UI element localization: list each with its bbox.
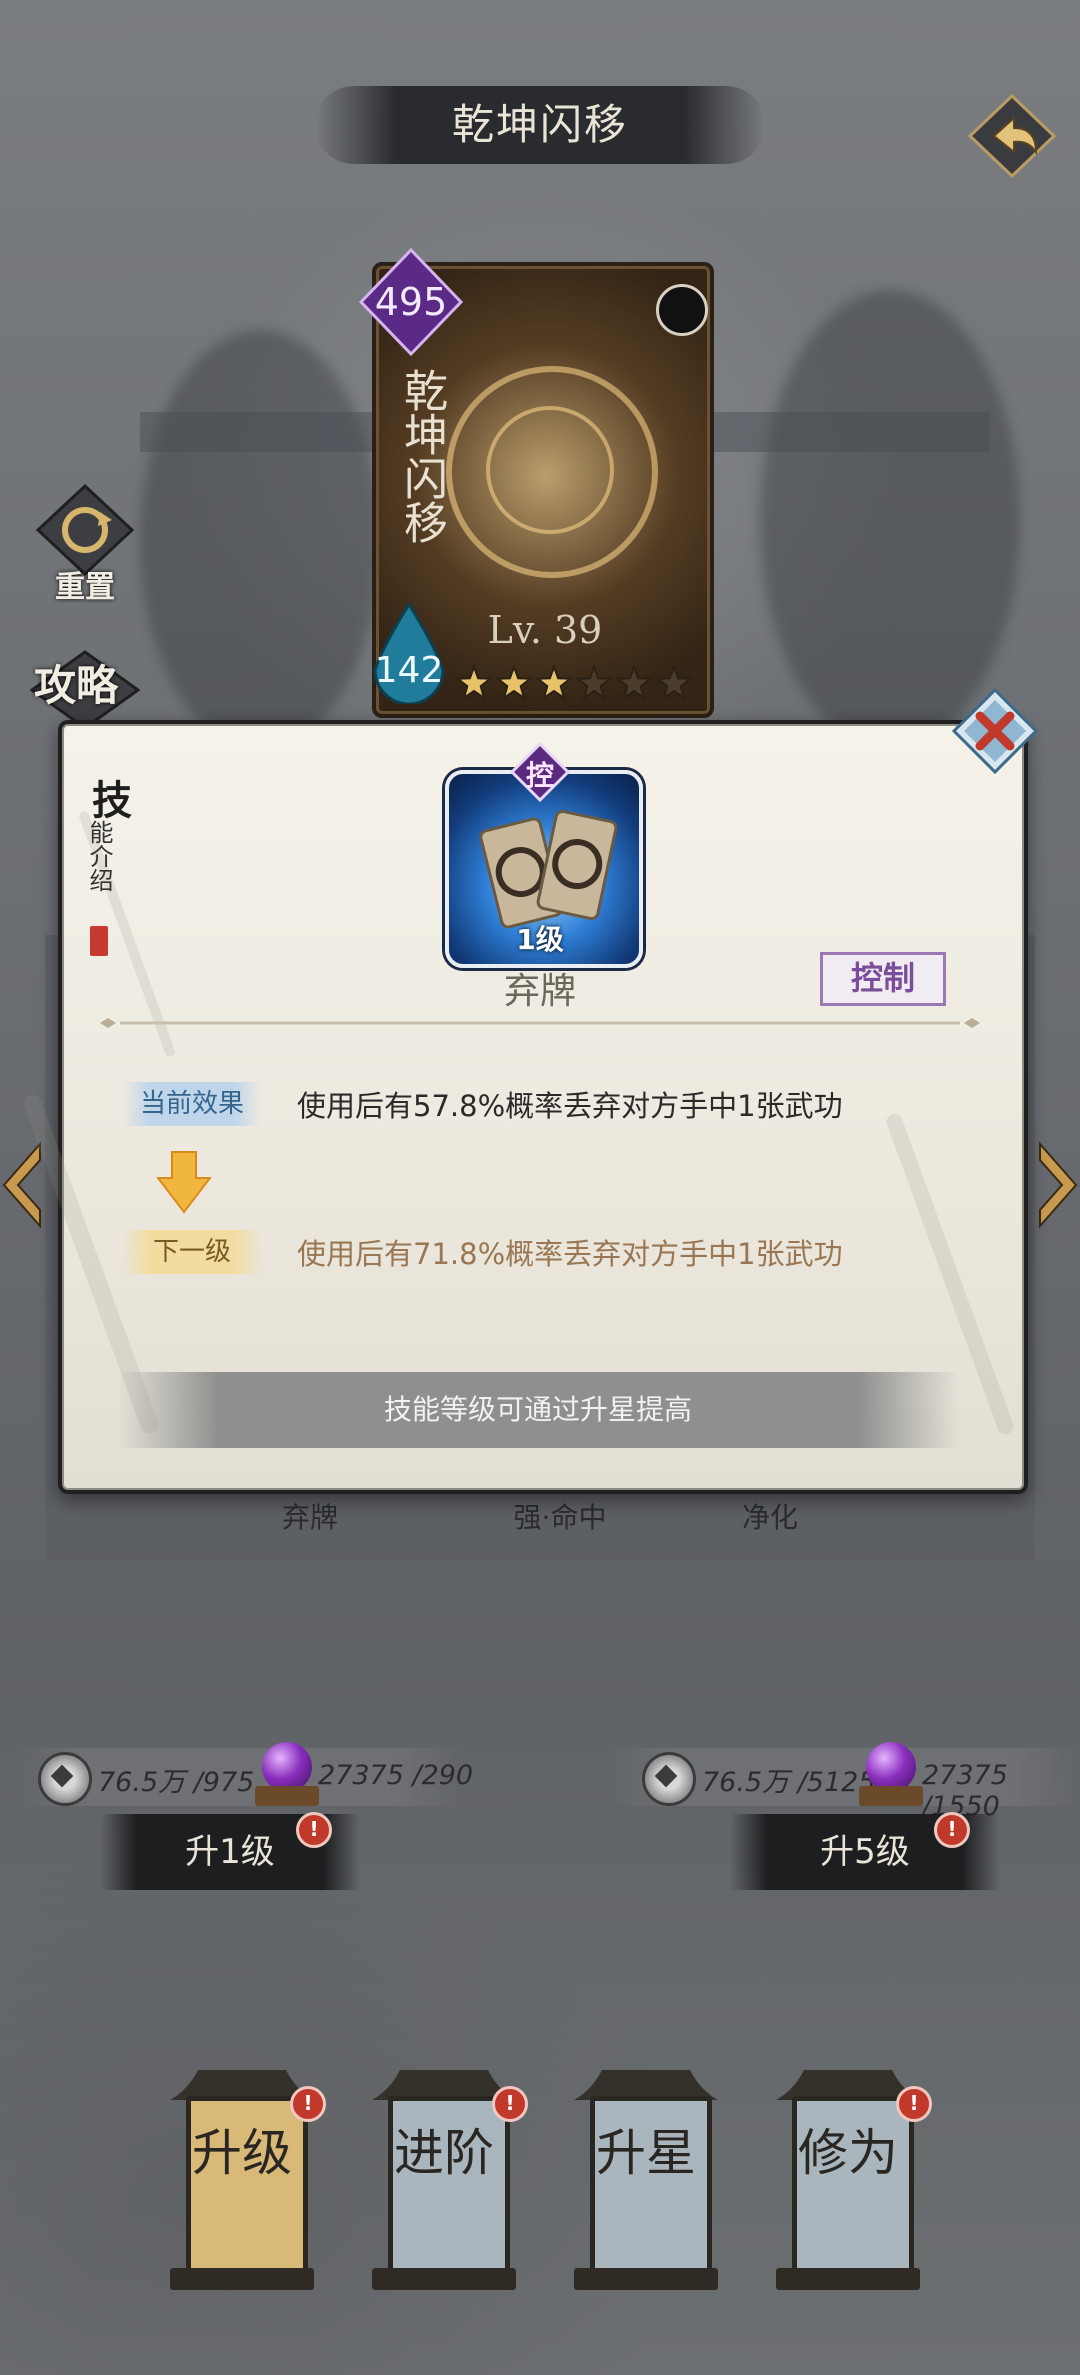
alert-badge: ! <box>896 2086 932 2122</box>
intro-subheading: 能介绍 <box>85 820 113 892</box>
coin-cost: 76.5万 /975 <box>98 1767 255 1798</box>
card-armillary-ring-inner <box>486 406 614 534</box>
intro-heading: 技 <box>92 777 132 824</box>
tab-label: 进阶 <box>394 2124 494 2182</box>
star-empty-icon <box>655 664 693 701</box>
current-effect-text: 使用后有57.8%概率丢弃对方手中1张武功 <box>297 1089 843 1123</box>
alert-badge: ! <box>296 1812 332 1848</box>
divider <box>100 1018 980 1028</box>
next-level-label: 下一级 <box>122 1230 262 1274</box>
tab-upgrade[interactable]: 升级 ! <box>170 2060 326 2290</box>
alert-badge: ! <box>290 2086 326 2122</box>
star-filled-icon <box>495 664 533 701</box>
skill-list-item[interactable]: 弃牌 <box>230 1496 390 1536</box>
orb-stand <box>859 1786 923 1806</box>
skill-list-item[interactable]: 净化 <box>690 1496 850 1536</box>
star-filled-icon <box>455 664 493 701</box>
orb-stand <box>255 1786 319 1806</box>
tab-base <box>574 2268 718 2290</box>
page-title: 乾坤闪移 <box>451 100 628 149</box>
tab-cultivation[interactable]: 修为 ! <box>776 2060 932 2290</box>
tab-base <box>170 2268 314 2290</box>
ink-fish-right <box>760 290 1020 750</box>
star-empty-icon <box>575 664 613 701</box>
coin-icon <box>642 1752 696 1806</box>
purple-orb-icon <box>866 1742 916 1792</box>
card-name: 乾坤闪移 <box>396 368 447 544</box>
tab-base <box>372 2268 516 2290</box>
taiji-icon <box>656 284 708 336</box>
back-arrow-icon[interactable] <box>966 92 1058 178</box>
current-effect-label: 当前效果 <box>122 1082 262 1126</box>
purple-orb-icon <box>262 1742 312 1792</box>
reset-label: 重置 <box>55 570 115 605</box>
coin-hole <box>654 1764 678 1788</box>
star-empty-icon <box>615 664 653 701</box>
red-seal-icon <box>90 926 108 956</box>
card-power: 142 <box>374 650 444 691</box>
star-rating <box>455 664 693 701</box>
tab-label: 升级 <box>192 2124 292 2182</box>
hint-text: 技能等级可通过升星提高 <box>383 1393 692 1426</box>
ink-fish-left <box>140 330 380 750</box>
skill-level: 1级 <box>516 923 564 956</box>
skill-list-item[interactable]: 强·命中 <box>480 1496 640 1536</box>
swirl-icon <box>547 834 607 894</box>
tab-base <box>776 2268 920 2290</box>
next-level-effect-text: 使用后有71.8%概率丢弃对方手中1张武功 <box>297 1237 843 1271</box>
alert-badge: ! <box>934 1812 970 1848</box>
card-level: Lv. 39 <box>487 608 603 652</box>
alert-badge: ! <box>492 2086 528 2122</box>
prev-arrow-icon[interactable] <box>0 1140 44 1230</box>
tab-label: 升星 <box>596 2124 696 2182</box>
tab-advance[interactable]: 进阶 ! <box>372 2060 528 2290</box>
skill-category-tag: 控制 <box>820 952 946 1006</box>
down-arrow-icon <box>156 1151 212 1214</box>
orb-cost: 27375 /290 <box>318 1760 474 1791</box>
tab-star-up[interactable]: 升星 <box>574 2060 718 2290</box>
tab-label: 修为 <box>798 2124 898 2182</box>
next-arrow-icon[interactable] <box>1036 1140 1080 1230</box>
skill-type-badge: 控 <box>525 759 554 792</box>
coin-icon <box>38 1752 92 1806</box>
star-filled-icon <box>535 664 573 701</box>
card-cost: 495 <box>374 280 448 324</box>
coin-hole <box>50 1764 74 1788</box>
close-icon[interactable] <box>950 686 1040 776</box>
strategy-label: 攻略 <box>34 661 119 710</box>
coin-cost: 76.5万 /5125 <box>702 1767 876 1798</box>
skill-card-right <box>535 808 619 922</box>
skill-name: 弃牌 <box>503 971 576 1012</box>
